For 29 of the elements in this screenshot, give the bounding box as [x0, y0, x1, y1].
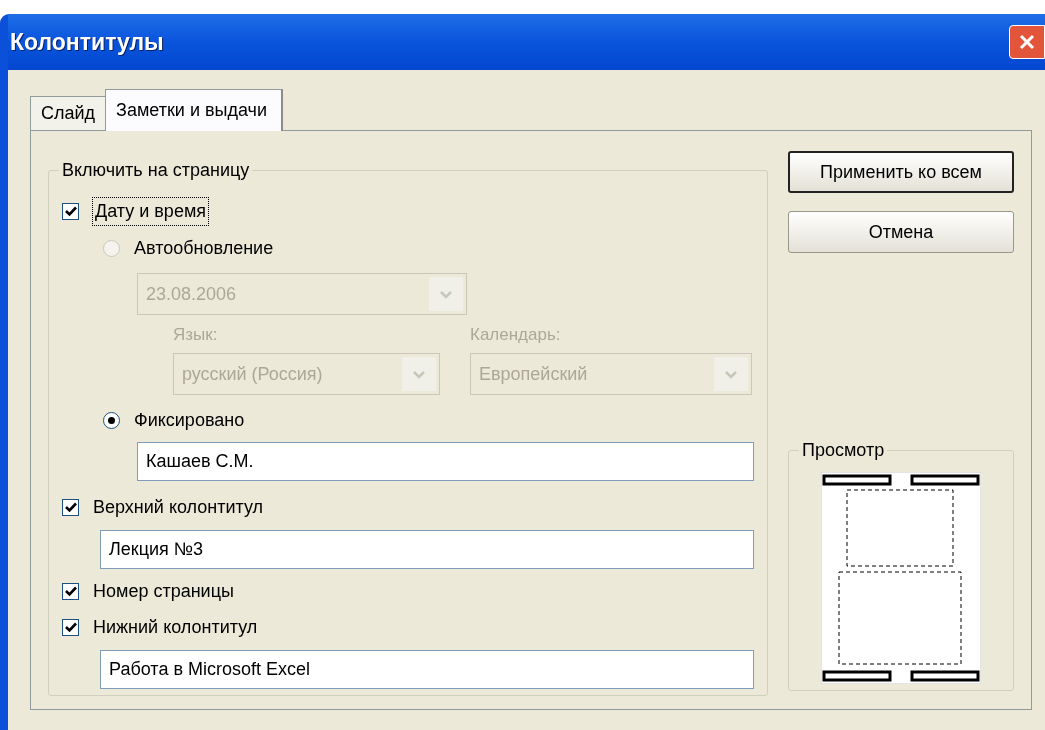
dialog-button[interactable]: Отмена	[788, 211, 1014, 253]
field-label: Календарь:	[470, 325, 562, 345]
tab[interactable]: Заметки и выдачи	[105, 89, 284, 131]
dialog-button[interactable]: Применить ко всем	[788, 151, 1014, 193]
close-icon	[1018, 33, 1036, 51]
radio-button[interactable]	[103, 411, 120, 429]
checkmark-icon	[64, 585, 77, 597]
field-label: Язык:	[173, 325, 219, 345]
checkmark-icon	[64, 621, 77, 633]
checkbox[interactable]	[62, 582, 79, 600]
checkbox-label: Верхний колонтитул	[93, 495, 264, 519]
checkbox[interactable]	[62, 202, 79, 220]
checkbox[interactable]	[62, 498, 79, 516]
group-title: Включить на страницу	[61, 159, 251, 182]
checkbox-label: Дату и время	[93, 197, 208, 225]
group-title: Просмотр	[801, 439, 886, 462]
tab[interactable]: Слайд	[30, 96, 106, 130]
checkbox[interactable]	[62, 618, 79, 636]
radio-label: Фиксировано	[134, 408, 245, 432]
text-field[interactable]: Кашаев С.М.	[137, 442, 754, 481]
radio-label: Автообновление	[134, 236, 274, 260]
checkmark-icon	[64, 205, 77, 217]
text-field[interactable]: Работа в Microsoft Excel	[100, 650, 754, 689]
checkbox-label: Нижний колонтитул	[93, 615, 258, 639]
window-title: Колонтитулы	[10, 27, 164, 57]
checkbox-label: Номер страницы	[93, 579, 234, 603]
close-button[interactable]	[1009, 25, 1045, 59]
checkmark-icon	[64, 501, 77, 513]
text-field[interactable]: Лекция №3	[100, 530, 754, 569]
